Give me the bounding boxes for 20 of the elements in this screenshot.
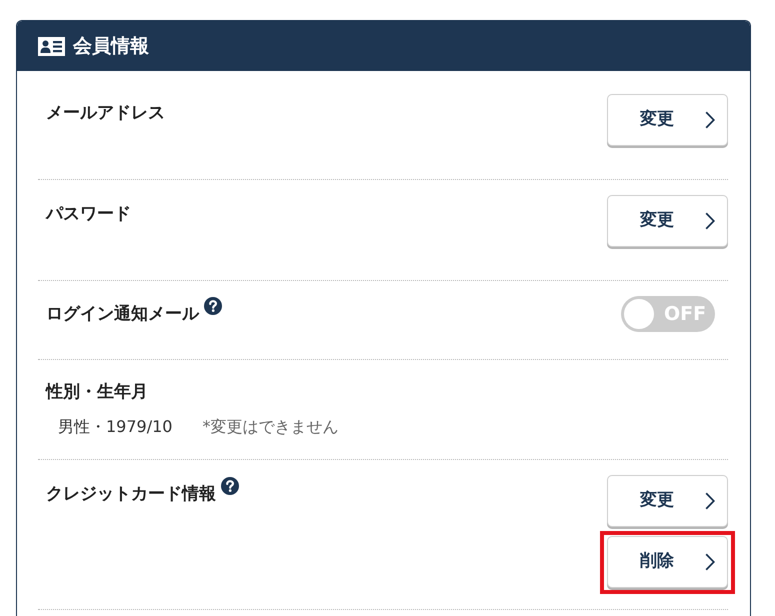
field-label: パスワード (46, 203, 131, 226)
field-label: クレジットカード情報 (46, 483, 216, 506)
help-icon[interactable] (204, 296, 222, 315)
chevron-right-icon (705, 553, 715, 572)
action-button[interactable]: 削除 (607, 536, 728, 588)
field-value: 男性・1979/10 (58, 416, 172, 438)
action-button[interactable]: 変更 (607, 195, 728, 247)
id-card-icon (38, 36, 65, 56)
note-text: *変更はできません (202, 416, 338, 438)
field-label: ログイン通知メール (46, 302, 199, 326)
chevron-right-icon (705, 111, 715, 129)
toggle-knob-icon (624, 299, 654, 329)
action-button[interactable]: 変更 (607, 94, 728, 146)
field-label: メールアドレス (46, 102, 165, 124)
help-icon[interactable] (221, 477, 239, 496)
chevron-right-icon (705, 212, 715, 230)
chevron-right-icon (705, 492, 715, 510)
field-label: 性別・生年月 (46, 381, 148, 404)
panel-title: 会員情報 (73, 36, 149, 56)
action-button[interactable]: 変更 (607, 475, 728, 528)
